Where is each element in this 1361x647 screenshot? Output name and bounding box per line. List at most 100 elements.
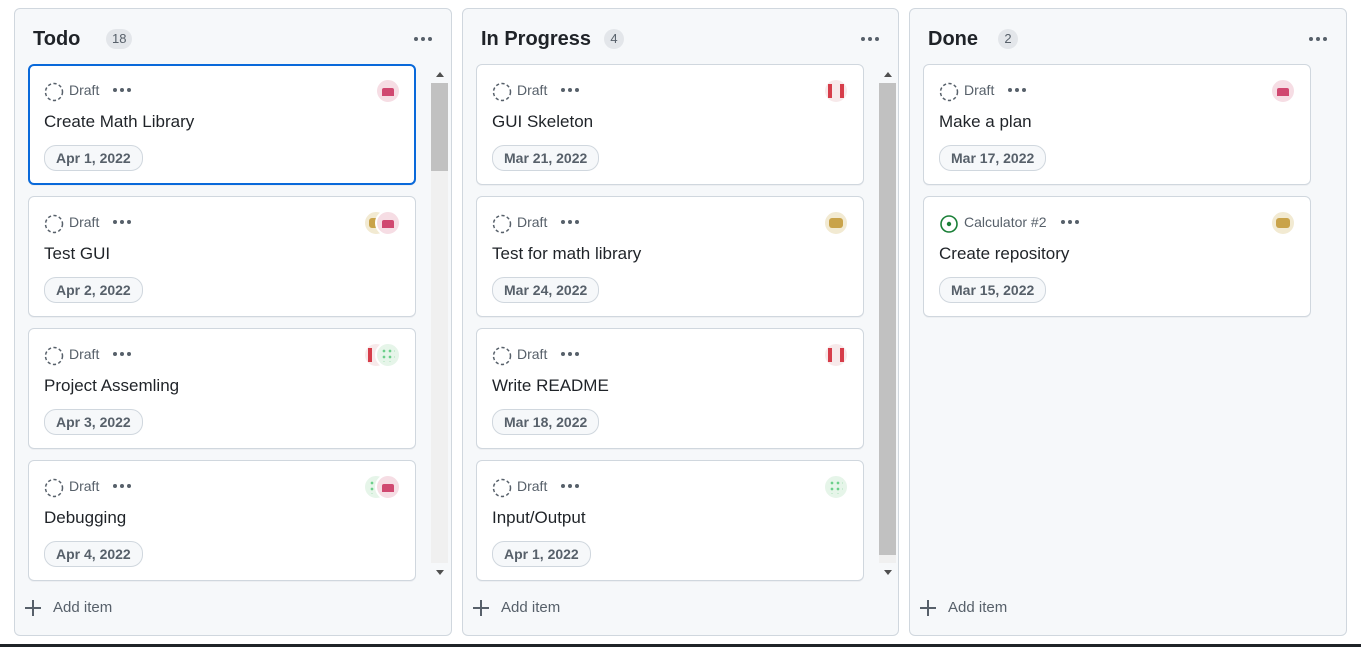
avatar <box>375 342 401 368</box>
date-chip[interactable]: Mar 24, 2022 <box>492 277 600 303</box>
dot <box>120 352 124 356</box>
assignees[interactable] <box>1270 210 1296 236</box>
add-item-button[interactable]: Add item <box>920 598 1120 618</box>
assignees[interactable] <box>363 474 401 500</box>
scrollbar-thumb[interactable] <box>431 83 448 171</box>
item-card[interactable]: Draft Input/Output Apr 1, 2022 <box>476 460 864 581</box>
card-title[interactable]: Debugging <box>44 508 126 528</box>
dot <box>127 220 131 224</box>
card-menu-button[interactable] <box>110 218 134 226</box>
card-title[interactable]: GUI Skeleton <box>492 112 593 132</box>
card-title[interactable]: Create repository <box>939 244 1069 264</box>
item-card[interactable]: Draft Project Assemling Apr 3, 2022 <box>28 328 416 449</box>
assignees[interactable] <box>1270 78 1296 104</box>
card-title[interactable]: Test for math library <box>492 244 641 264</box>
add-item-button[interactable]: Add item <box>473 598 673 618</box>
assignees[interactable] <box>823 342 849 368</box>
item-card[interactable]: Calculator #2 Create repository Mar 15, 20… <box>923 196 1311 317</box>
date-chip[interactable]: Mar 18, 2022 <box>492 409 600 435</box>
card-title[interactable]: Write README <box>492 376 609 396</box>
draft-circle-icon <box>939 82 959 102</box>
date-chip[interactable]: Apr 1, 2022 <box>44 145 143 171</box>
card-title[interactable]: Test GUI <box>44 244 110 264</box>
card-status-label[interactable]: Calculator #2 <box>964 214 1047 230</box>
card-menu-button[interactable] <box>110 350 134 358</box>
avatar <box>1270 210 1296 236</box>
date-chip[interactable]: Apr 1, 2022 <box>492 541 591 567</box>
add-item-label: Add item <box>948 599 1008 616</box>
scroll-up-arrow-icon[interactable] <box>431 66 448 82</box>
card-status-label: Draft <box>69 214 100 230</box>
date-chip[interactable]: Mar 21, 2022 <box>492 145 600 171</box>
scroll-down-arrow-icon[interactable] <box>879 564 896 580</box>
dot <box>1068 220 1072 224</box>
column-count-badge: 18 <box>106 29 133 49</box>
draft-circle-icon <box>44 478 64 498</box>
card-menu-button[interactable] <box>558 218 582 226</box>
card-menu-button[interactable] <box>558 482 582 490</box>
card-menu-button[interactable] <box>1005 86 1029 94</box>
date-chip[interactable]: Apr 3, 2022 <box>44 409 143 435</box>
add-item-button[interactable]: Add item <box>25 598 225 618</box>
card-menu-button[interactable] <box>1058 218 1082 226</box>
item-card[interactable]: Draft Make a plan Mar 17, 2022 <box>923 64 1311 185</box>
avatar <box>1270 78 1296 104</box>
dot <box>1015 88 1019 92</box>
column-menu-button[interactable] <box>411 33 435 45</box>
add-item-label: Add item <box>53 599 113 616</box>
assignees[interactable] <box>823 474 849 500</box>
plus-icon <box>25 600 41 616</box>
date-chip[interactable]: Apr 2, 2022 <box>44 277 143 303</box>
column-title: Done <box>928 28 978 50</box>
draft-circle-icon <box>44 214 64 234</box>
dot <box>575 484 579 488</box>
dot <box>868 37 872 41</box>
card-menu-button[interactable] <box>558 350 582 358</box>
item-card[interactable]: Draft GUI Skeleton Mar 21, 2022 <box>476 64 864 185</box>
column-scrollbar[interactable] <box>431 66 448 580</box>
assignees[interactable] <box>823 210 849 236</box>
cards-list: Draft GUI Skeleton Mar 21, 2022 Draft Test f… <box>475 64 865 584</box>
assignees[interactable] <box>363 210 401 236</box>
assignees[interactable] <box>823 78 849 104</box>
scroll-down-arrow-icon[interactable] <box>431 564 448 580</box>
card-status-label: Draft <box>517 478 548 494</box>
column-title: Todo <box>33 28 81 50</box>
dot <box>120 220 124 224</box>
date-chip[interactable]: Apr 4, 2022 <box>44 541 143 567</box>
column-scrollbar[interactable] <box>879 66 896 580</box>
card-title[interactable]: Project Assemling <box>44 376 179 396</box>
date-chip[interactable]: Mar 15, 2022 <box>939 277 1047 303</box>
scroll-up-arrow-icon[interactable] <box>879 66 896 82</box>
item-card[interactable]: Draft Test for math library Mar 24, 2022 <box>476 196 864 317</box>
card-menu-button[interactable] <box>558 86 582 94</box>
scrollbar-thumb[interactable] <box>879 83 896 555</box>
card-title[interactable]: Make a plan <box>939 112 1032 132</box>
column-menu-button[interactable] <box>858 33 882 45</box>
dot <box>1075 220 1079 224</box>
item-card[interactable]: Draft Write README Mar 18, 2022 <box>476 328 864 449</box>
assignees[interactable] <box>375 78 401 104</box>
scrollbar-track[interactable] <box>879 83 896 563</box>
card-menu-button[interactable] <box>110 482 134 490</box>
item-card[interactable]: Draft Debugging Apr 4, 2022 <box>28 460 416 581</box>
scrollbar-track[interactable] <box>431 83 448 563</box>
avatar <box>823 474 849 500</box>
dot <box>1008 88 1012 92</box>
card-title[interactable]: Create Math Library <box>44 112 194 132</box>
column-menu-button[interactable] <box>1306 33 1330 45</box>
dot <box>568 484 572 488</box>
card-status-label: Draft <box>69 346 100 362</box>
date-chip[interactable]: Mar 17, 2022 <box>939 145 1047 171</box>
card-menu-button[interactable] <box>110 86 134 94</box>
item-card[interactable]: Draft Test GUI Apr 2, 2022 <box>28 196 416 317</box>
dot <box>1061 220 1065 224</box>
card-title[interactable]: Input/Output <box>492 508 586 528</box>
item-card[interactable]: Draft Create Math Library Apr 1, 2022 <box>28 64 416 185</box>
column-header: Todo 18 <box>33 27 439 55</box>
assignees[interactable] <box>363 342 401 368</box>
column-done: Done 2 Draft Make a plan Mar 17, 2022 Calcula… <box>909 8 1347 636</box>
draft-circle-icon <box>492 214 512 234</box>
dot <box>113 88 117 92</box>
dot <box>1309 37 1313 41</box>
